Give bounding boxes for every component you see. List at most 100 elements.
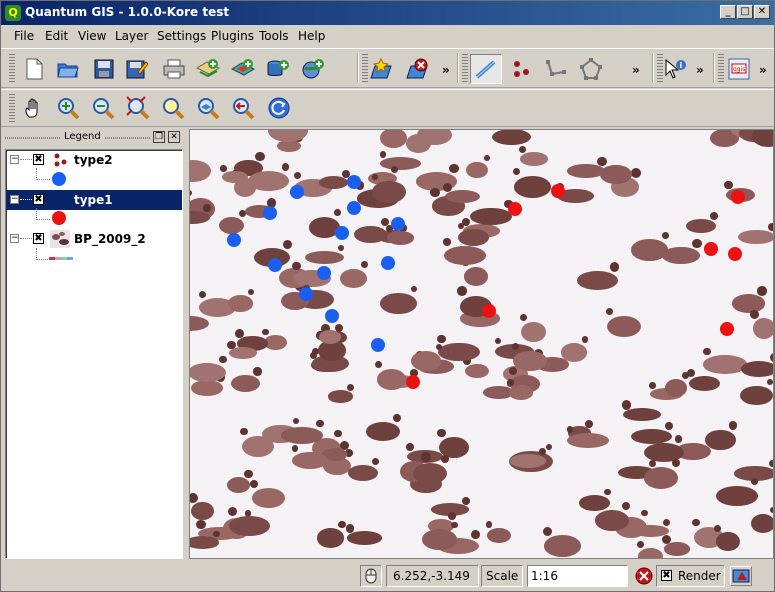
maximize-button[interactable]: □ xyxy=(737,5,753,19)
type1-point[interactable] xyxy=(728,247,742,261)
close-button[interactable]: ✕ xyxy=(754,5,770,19)
add-raster-layer-button[interactable] xyxy=(229,55,257,83)
type1-point[interactable] xyxy=(482,304,496,318)
duck-head xyxy=(244,469,253,478)
duck-blob xyxy=(715,532,740,552)
print-button[interactable] xyxy=(160,55,188,83)
float-dock-button[interactable]: ❐ xyxy=(153,131,165,143)
save-project-button[interactable] xyxy=(90,55,118,83)
add-vector-layer-button[interactable] xyxy=(194,55,222,83)
render-checkbox[interactable]: ✖ xyxy=(661,570,672,581)
menu-tools[interactable]: Tools xyxy=(259,29,289,43)
legend-header[interactable]: Legend ❐ ✕ xyxy=(5,131,183,145)
projection-button[interactable] xyxy=(730,566,752,586)
duck-blob xyxy=(218,216,245,234)
remove-layer-button[interactable] xyxy=(403,55,431,83)
identify-button[interactable]: i xyxy=(661,55,689,83)
duck-blob xyxy=(190,362,226,382)
layer-visibility-checkbox[interactable]: ✖ xyxy=(33,154,44,165)
legend-tree[interactable]: − ✖ type2 − ✖ type1 − ✖ BP_2009_2 xyxy=(5,149,183,559)
menu-file[interactable]: File xyxy=(14,29,34,43)
menu-plugins[interactable]: Plugins xyxy=(211,29,254,43)
expand-toggle[interactable]: − xyxy=(10,155,19,164)
menu-help[interactable]: Help xyxy=(298,29,325,43)
zoom-full-button[interactable] xyxy=(124,94,152,122)
capture-line-nodes-button[interactable] xyxy=(542,55,570,83)
close-dock-button[interactable]: ✕ xyxy=(168,131,180,143)
type2-point[interactable] xyxy=(347,201,361,215)
add-postgis-layer-button[interactable] xyxy=(264,55,292,83)
add-wms-layer-button[interactable] xyxy=(299,55,327,83)
minimize-button[interactable]: _ xyxy=(720,5,736,19)
type2-point[interactable] xyxy=(335,226,349,240)
type2-point[interactable] xyxy=(263,206,277,220)
type2-point[interactable] xyxy=(325,309,339,323)
pan-button[interactable] xyxy=(20,94,48,122)
render-toggle[interactable]: ✖ Render xyxy=(656,565,725,587)
type1-point[interactable] xyxy=(551,184,565,198)
refresh-button[interactable] xyxy=(265,94,293,122)
menu-view[interactable]: View xyxy=(78,29,106,43)
duck-head xyxy=(769,459,773,468)
menu-layer[interactable]: Layer xyxy=(115,29,148,43)
type1-point[interactable] xyxy=(406,375,420,389)
capture-point-button[interactable] xyxy=(507,55,535,83)
toolbar-grip[interactable] xyxy=(718,54,724,82)
expand-toggle[interactable]: − xyxy=(10,234,19,243)
expand-toggle[interactable]: − xyxy=(10,195,19,204)
toolbar-grip[interactable] xyxy=(9,54,15,82)
new-project-button[interactable] xyxy=(20,55,48,83)
zoom-out-button[interactable] xyxy=(89,94,117,122)
toolbar-overflow-button[interactable]: » xyxy=(632,63,640,77)
toolbar-overflow-button[interactable]: » xyxy=(442,63,450,77)
stop-render-button[interactable] xyxy=(634,566,654,586)
type2-point[interactable] xyxy=(381,256,395,270)
type1-point[interactable] xyxy=(720,322,734,336)
zoom-to-selection-button[interactable] xyxy=(159,94,187,122)
capture-line-button[interactable] xyxy=(470,54,502,84)
duck-blob xyxy=(740,360,773,377)
duck-blob xyxy=(365,421,400,441)
map-canvas[interactable] xyxy=(189,129,774,559)
print-composer-button[interactable]: qgis xyxy=(725,55,753,83)
duck-blob xyxy=(190,536,220,549)
duck-head xyxy=(664,421,673,430)
layer-visibility-checkbox[interactable]: ✖ xyxy=(33,233,44,244)
new-bookmark-button[interactable] xyxy=(367,55,395,83)
zoom-to-layer-button[interactable] xyxy=(194,94,222,122)
zoom-last-button[interactable] xyxy=(229,94,257,122)
type2-point[interactable] xyxy=(347,175,361,189)
duck-blob xyxy=(317,528,345,548)
type1-point[interactable] xyxy=(731,190,745,204)
legend-layer-type2[interactable]: − ✖ type2 xyxy=(6,150,182,170)
toggle-extents-button[interactable] xyxy=(360,565,382,587)
duck-head xyxy=(443,238,451,246)
legend-layer-type1[interactable]: − ✖ type1 xyxy=(6,190,182,210)
toolbar-overflow-button[interactable]: » xyxy=(759,63,767,77)
duck-head xyxy=(421,451,431,462)
toolbar-overflow-button[interactable]: » xyxy=(696,63,704,77)
menu-settings[interactable]: Settings xyxy=(157,29,206,43)
type1-point[interactable] xyxy=(508,202,522,216)
type1-point[interactable] xyxy=(704,242,718,256)
save-as-button[interactable] xyxy=(123,55,151,83)
open-project-button[interactable] xyxy=(54,55,82,83)
scale-input[interactable]: 1:16 xyxy=(527,565,628,587)
type2-point[interactable] xyxy=(290,185,304,199)
menu-edit[interactable]: Edit xyxy=(45,29,68,43)
toolbar-grip[interactable] xyxy=(462,54,468,82)
layer-visibility-checkbox[interactable]: ✖ xyxy=(33,194,44,205)
zoom-in-button[interactable] xyxy=(54,94,82,122)
type2-point[interactable] xyxy=(371,338,385,352)
type2-point[interactable] xyxy=(317,266,331,280)
capture-polygon-button[interactable] xyxy=(577,55,605,83)
type2-point[interactable] xyxy=(391,217,405,231)
type2-point[interactable] xyxy=(299,287,313,301)
toolbar-grip[interactable] xyxy=(9,94,15,122)
legend-layer-bp-2009-2[interactable]: − ✖ BP_2009_2 xyxy=(6,229,182,249)
duck-blob xyxy=(599,164,632,185)
coordinates-display[interactable]: 6.252,-3.149 xyxy=(386,565,479,587)
type2-point[interactable] xyxy=(268,258,282,272)
type2-point[interactable] xyxy=(227,233,241,247)
duck-blob xyxy=(379,156,421,170)
